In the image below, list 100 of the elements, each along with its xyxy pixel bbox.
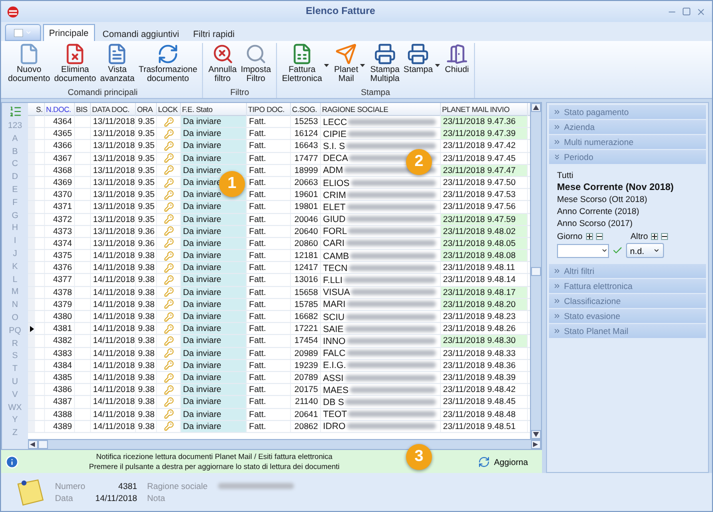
index-letter[interactable]: C: [12, 158, 18, 172]
index-letter[interactable]: A: [12, 132, 18, 146]
table-cell: 23/11/2018 9.47.50: [441, 176, 528, 188]
index-letter[interactable]: H: [12, 222, 18, 236]
index-letter[interactable]: K: [12, 260, 18, 274]
section-header[interactable]: Stato Planet Mail: [549, 324, 706, 338]
table-cell: 4383: [45, 348, 75, 359]
index-letter[interactable]: R: [12, 338, 18, 350]
application-menu-button[interactable]: [5, 24, 41, 41]
index-letter[interactable]: WX: [8, 402, 22, 414]
key-icon: [164, 396, 174, 407]
ribbon-button[interactable]: Chiudi: [442, 43, 471, 87]
sort-list-icon[interactable]: [8, 105, 22, 118]
table-cell: 19601: [291, 189, 321, 200]
section-header[interactable]: Multi numerazione: [549, 135, 706, 149]
index-letter[interactable]: I: [14, 235, 16, 248]
ribbon-button[interactable]: Stampa: [402, 43, 435, 87]
ribbon-button[interactable]: Imposta Filtro: [238, 43, 273, 87]
maximize-button[interactable]: [682, 7, 691, 16]
section-header[interactable]: Classificazione: [549, 294, 706, 308]
table-cell: Da inviare: [181, 384, 247, 396]
scroll-thumb[interactable]: [531, 266, 541, 276]
ribbon-tab[interactable]: Principale: [43, 24, 95, 41]
caret-icon: [601, 247, 608, 254]
period-option[interactable]: Anno Corrente (2018): [557, 206, 698, 217]
table-cell: 23/11/2018 9.48.45: [441, 396, 528, 408]
table-cell: 12417: [291, 262, 321, 274]
arrow-right-icon: [533, 442, 539, 447]
index-letter[interactable]: N: [12, 299, 18, 312]
other-dropdown[interactable]: n.d.: [626, 243, 664, 258]
ribbon-button[interactable]: Planet Mail: [332, 43, 360, 87]
scroll-thumb[interactable]: [38, 440, 48, 449]
period-option[interactable]: Mese Scorso (Ott 2018): [557, 194, 698, 205]
check-icon[interactable]: [612, 245, 623, 256]
table-cell: 9.35: [136, 152, 157, 164]
section-header[interactable]: Fattura elettronica: [549, 279, 706, 293]
table-cell: 4379: [45, 298, 75, 310]
ribbon-button[interactable]: Elimina documento: [52, 43, 98, 87]
ribbon-tab[interactable]: Comandi aggiuntivi: [96, 26, 186, 41]
index-letter[interactable]: O: [12, 312, 18, 325]
key-icon: [164, 250, 174, 261]
ribbon-button[interactable]: Stampa Multipla: [368, 43, 402, 87]
ribbon-button[interactable]: Fattura Elettronica: [280, 43, 324, 87]
table-cell: 13/11/2018: [91, 226, 136, 237]
index-letter[interactable]: T: [12, 363, 18, 376]
period-option[interactable]: Mese Corrente (Nov 2018): [557, 182, 698, 193]
section-header[interactable]: Azienda: [549, 120, 706, 134]
index-letter[interactable]: B: [12, 146, 18, 158]
table-cell: 23/11/2018 9.48.11: [441, 262, 528, 274]
index-letter[interactable]: F: [12, 196, 18, 210]
index-letter[interactable]: Y: [12, 414, 18, 428]
index-letter[interactable]: L: [12, 274, 18, 286]
section-header[interactable]: Altri filtri: [549, 264, 706, 278]
ribbon-button[interactable]: Annulla filtro: [206, 43, 239, 87]
key-icon: [164, 312, 174, 322]
table-cell: 9.35: [136, 189, 157, 200]
index-letter[interactable]: PQ: [8, 324, 22, 338]
caret-icon[interactable]: [434, 64, 440, 66]
caret-icon[interactable]: [324, 64, 330, 66]
horizontal-scrollbar[interactable]: [28, 439, 541, 449]
table-cell: 4374: [45, 238, 75, 250]
table-cell: 9.35: [136, 164, 157, 176]
table-cell: Da inviare: [181, 262, 247, 274]
index-letter[interactable]: S: [12, 350, 18, 364]
table-cell: 13/11/2018: [91, 116, 136, 128]
plus-button[interactable]: [651, 232, 658, 240]
period-option[interactable]: Tutti: [557, 170, 698, 181]
index-letter[interactable]: G: [12, 210, 18, 222]
index-letter[interactable]: E: [12, 184, 18, 197]
ribbon-button[interactable]: Vista avanzata: [98, 43, 137, 87]
index-letter[interactable]: V: [12, 388, 18, 402]
index-letter[interactable]: Z: [12, 427, 18, 440]
vertical-scrollbar[interactable]: [530, 103, 541, 439]
table-cell: CRIM: [323, 190, 346, 200]
plus-button[interactable]: [586, 232, 593, 240]
row-selector[interactable]: [28, 323, 35, 334]
key-icon: [164, 153, 174, 164]
caret-icon[interactable]: [360, 64, 366, 66]
index-letter[interactable]: M: [11, 286, 19, 300]
ribbon-button[interactable]: Nuovo documento: [6, 43, 52, 87]
index-letter[interactable]: U: [12, 376, 18, 389]
index-letter[interactable]: D: [12, 171, 18, 184]
section-header[interactable]: Periodo: [549, 150, 706, 164]
table-cell: 4375: [45, 250, 75, 262]
plus-icon: [586, 234, 592, 238]
index-letter[interactable]: 123: [8, 120, 22, 133]
refresh-button[interactable]: Aggiorna: [472, 454, 534, 468]
period-option[interactable]: Anno Scorso (2017): [557, 218, 698, 229]
group-title: Comandi principali: [66, 87, 139, 98]
section-header[interactable]: Stato evasione: [549, 309, 706, 323]
table-cell: Fatt.: [247, 176, 291, 188]
ribbon-tab[interactable]: Filtri rapidi: [187, 26, 241, 41]
ribbon-button[interactable]: Trasformazione documento: [136, 43, 200, 87]
index-letter[interactable]: J: [12, 248, 18, 261]
minus-button[interactable]: [661, 232, 668, 240]
table-cell: 13/11/2018: [91, 189, 136, 200]
minus-button[interactable]: [596, 232, 603, 240]
close-button[interactable]: [696, 6, 706, 16]
section-header[interactable]: Stato pagamento: [549, 105, 706, 119]
key-icon: [164, 226, 174, 236]
